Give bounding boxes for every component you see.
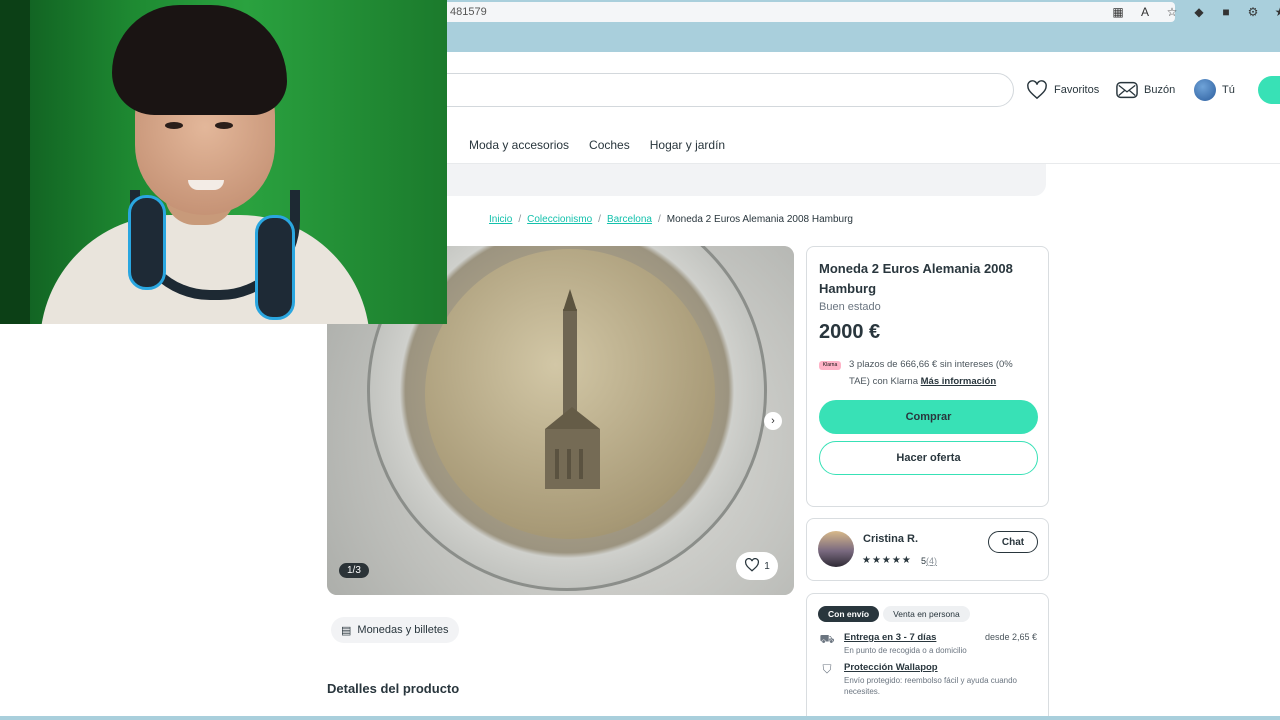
make-offer-button[interactable]: Hacer oferta: [819, 441, 1038, 475]
product-title: Moneda 2 Euros Alemania 2008 Hamburg: [819, 261, 1013, 296]
breadcrumb-current: Moneda 2 Euros Alemania 2008 Hamburg: [666, 214, 853, 225]
breadcrumb-category[interactable]: Coleccionismo: [527, 214, 592, 225]
shield-icon: ⛉: [822, 662, 832, 676]
klarna-text: 3 plazos de 666,66 € sin intereses (0% T…: [849, 356, 1036, 390]
profile-label: Tú: [1222, 84, 1235, 96]
headphones-left: [128, 195, 166, 290]
chat-button[interactable]: Chat: [988, 531, 1038, 553]
promo-banner: [440, 164, 1046, 196]
breadcrumb-separator: /: [518, 214, 522, 225]
delivery-price: desde 2,65 €: [984, 632, 1037, 642]
extension-icon[interactable]: ◆: [1191, 4, 1207, 20]
breadcrumb-separator: /: [657, 214, 661, 225]
delivery-toggle: Con envío Venta en persona: [818, 606, 1037, 622]
inbox-label: Buzón: [1144, 84, 1176, 96]
klarna-info: Klarna 3 plazos de 666,66 € sin interese…: [819, 356, 1036, 390]
product-condition: Buen estado: [819, 301, 881, 313]
details-heading: Detalles del producto: [327, 681, 460, 696]
profile-link[interactable]: Tú: [1194, 79, 1235, 101]
protection-details: Protección Wallapop Envío protegido: ree…: [844, 662, 1037, 697]
seller-avatar[interactable]: [818, 531, 854, 567]
category-link[interactable]: Coches: [589, 138, 630, 152]
klarna-more-link[interactable]: Más información: [921, 376, 997, 387]
upload-button[interactable]: [1258, 76, 1280, 104]
star-rating-icon: ★★★★★: [862, 555, 912, 566]
favorite-star-icon[interactable]: ☆: [1164, 4, 1180, 20]
delivery-details: Entrega en 3 - 7 días En punto de recogi…: [844, 632, 977, 656]
image-counter: 1/3: [339, 563, 369, 578]
favorite-count: 1: [764, 560, 770, 572]
heart-icon: [1026, 79, 1048, 101]
category-link[interactable]: Moda y accesorios: [469, 138, 569, 152]
category-chip-label: Monedas y billetes: [357, 624, 449, 636]
avatar: [1194, 79, 1216, 101]
klarna-logo: Klarna: [819, 361, 841, 370]
delivery-option: ⛟ Entrega en 3 - 7 días En punto de reco…: [818, 632, 1037, 656]
favorite-button[interactable]: 1: [736, 552, 778, 580]
search-input[interactable]: [430, 73, 1014, 107]
breadcrumb-separator: /: [598, 214, 601, 225]
seller-card[interactable]: Cristina R. ★★★★★ 5(4) Chat: [806, 518, 1049, 581]
browser-actions: ▦ A ☆ ◆ ■ ⚙ ★: [1110, 4, 1280, 20]
read-aloud-icon[interactable]: A: [1137, 4, 1153, 20]
settings-icon[interactable]: ⚙: [1245, 4, 1261, 20]
breadcrumb: Inicio / Coleccionismo / Barcelona / Mon…: [489, 214, 853, 225]
presenter-mouth: [188, 180, 224, 190]
presenter-eye: [215, 122, 233, 129]
protection-subtitle: Envío protegido: reembolso fácil y ayuda…: [844, 676, 1017, 696]
next-image-button[interactable]: ›: [764, 412, 782, 430]
mail-icon: [1116, 79, 1138, 101]
breadcrumb-city[interactable]: Barcelona: [607, 214, 652, 225]
tab-in-person[interactable]: Venta en persona: [883, 606, 970, 622]
webcam-overlay: [0, 0, 447, 324]
product-card: Moneda 2 Euros Alemania 2008 Hamburg Bue…: [806, 246, 1049, 507]
url-text: 481579: [450, 6, 487, 18]
presenter-eye: [165, 122, 183, 129]
presenter-hair: [112, 5, 287, 115]
category-chip[interactable]: ▤ Monedas y billetes: [331, 617, 459, 643]
shipping-card: Con envío Venta en persona ⛟ Entrega en …: [806, 593, 1049, 720]
seller-name[interactable]: Cristina R.: [863, 533, 918, 545]
inbox-link[interactable]: Buzón: [1116, 79, 1175, 101]
background-wall: [0, 0, 30, 324]
favorites-bar-icon[interactable]: ★: [1272, 4, 1280, 20]
breadcrumb-home[interactable]: Inicio: [489, 214, 512, 225]
protection-option: ⛉ Protección Wallapop Envío protegido: r…: [818, 662, 1037, 697]
extension-icon[interactable]: ■: [1218, 4, 1234, 20]
buy-button[interactable]: Comprar: [819, 400, 1038, 434]
taskbar-edge: [0, 716, 1280, 720]
apps-icon[interactable]: ▦: [1110, 4, 1126, 20]
delivery-subtitle: En punto de recogida o a domicilio: [844, 646, 967, 655]
chevron-right-icon: ›: [771, 415, 775, 427]
product-price: 2000 €: [819, 321, 881, 343]
church-relief: [545, 289, 600, 489]
favorites-link[interactable]: Favoritos: [1026, 79, 1099, 101]
heart-icon: [744, 557, 760, 575]
truck-icon: ⛟: [819, 632, 835, 646]
favorites-label: Favoritos: [1054, 84, 1100, 96]
coins-icon: ▤: [341, 624, 352, 637]
delivery-title[interactable]: Entrega en 3 - 7 días: [844, 632, 977, 643]
tab-shipping[interactable]: Con envío: [818, 606, 880, 622]
protection-title[interactable]: Protección Wallapop: [844, 662, 1037, 673]
headphones-right: [255, 215, 295, 320]
category-link[interactable]: Hogar y jardín: [650, 138, 725, 152]
review-count[interactable]: (4): [926, 556, 937, 566]
address-bar[interactable]: 481579: [440, 2, 1175, 22]
seller-rating: 5(4): [921, 556, 937, 566]
category-nav: Moda y accesorios Coches Hogar y jardín: [469, 138, 725, 152]
